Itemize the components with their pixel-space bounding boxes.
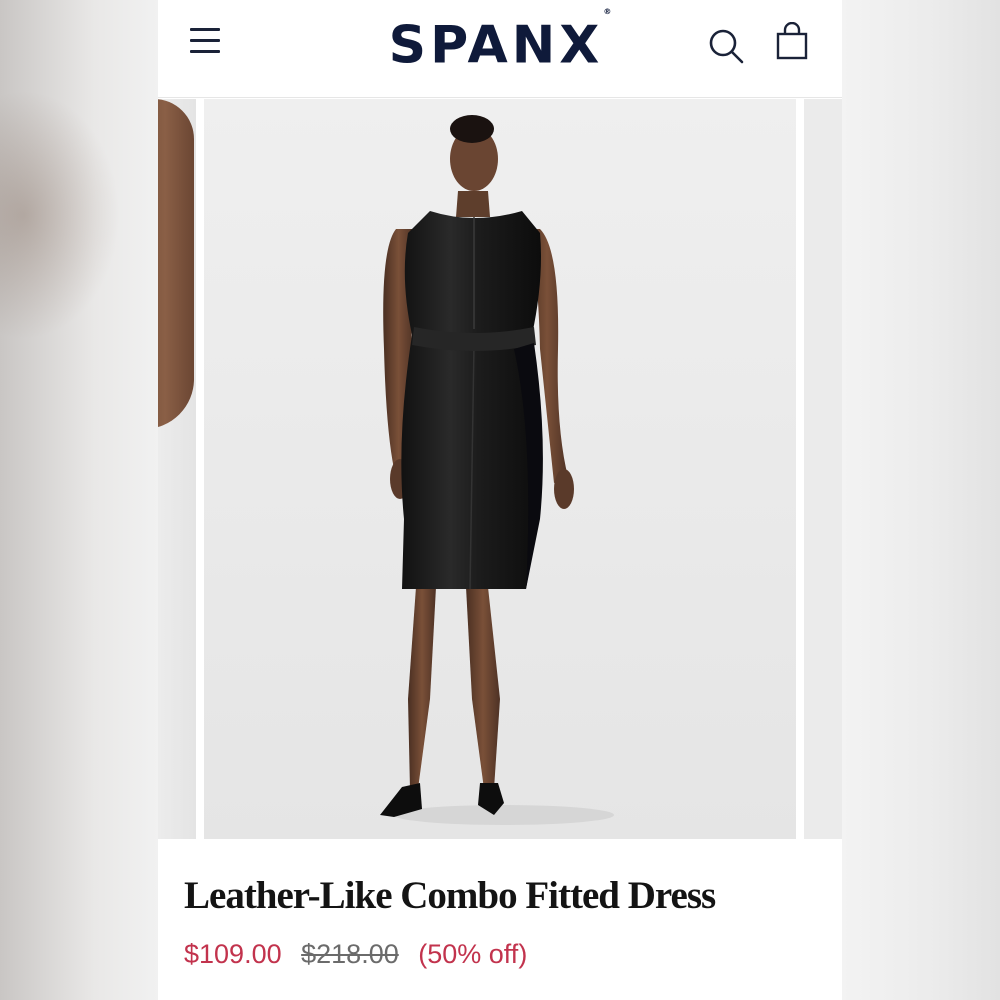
product-image-carousel[interactable] (158, 99, 842, 841)
original-price: $218.00 (301, 939, 399, 969)
brand-logo[interactable]: SPANX® (358, 7, 642, 76)
brand-name: SPANX (388, 15, 604, 76)
shopping-bag-icon[interactable] (774, 21, 810, 62)
next-slide-peek[interactable] (804, 99, 842, 839)
search-icon[interactable] (706, 26, 746, 66)
previous-slide-peek[interactable] (158, 99, 196, 839)
product-main-image[interactable] (204, 99, 796, 839)
phone-screen: SPANX® Leather-Like Combo Fitted Dress $… (158, 0, 842, 1000)
background-blur-left (0, 0, 158, 1000)
price-row: $109.00 $218.00 (50% off) (184, 934, 824, 974)
previous-image-fragment (158, 99, 194, 429)
background-blur-right (842, 0, 1000, 1000)
model-illustration (204, 99, 796, 839)
sale-price: $109.00 (184, 939, 282, 969)
hamburger-menu-icon[interactable] (188, 26, 224, 56)
discount-label: (50% off) (418, 939, 528, 969)
product-title: Leather-Like Combo Fitted Dress (184, 874, 716, 917)
site-header: SPANX® (158, 0, 842, 98)
registered-mark: ® (603, 7, 612, 16)
